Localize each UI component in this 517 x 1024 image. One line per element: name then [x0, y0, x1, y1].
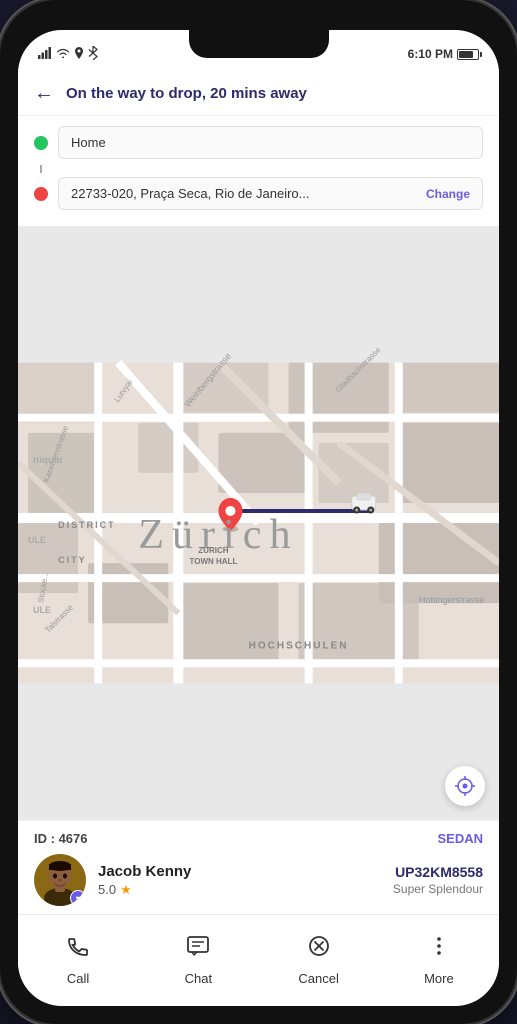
- cancel-label: Cancel: [298, 971, 338, 986]
- svg-text:DISTRICT: DISTRICT: [58, 520, 116, 530]
- bluetooth-icon: [88, 46, 98, 63]
- svg-text:niquai: niquai: [33, 455, 63, 466]
- driver-section: ID : 4676 SEDAN: [18, 820, 499, 914]
- notch: [189, 30, 329, 58]
- driver-id: ID : 4676: [34, 831, 88, 846]
- svg-text:ULE: ULE: [28, 535, 46, 545]
- battery-icon: [457, 49, 479, 60]
- back-button[interactable]: ←: [34, 82, 54, 105]
- origin-dot: [34, 136, 48, 150]
- more-label: More: [424, 971, 454, 986]
- destination-input[interactable]: 22733-020, Praça Seca, Rio de Janeiro...…: [58, 177, 483, 210]
- more-icon: [418, 925, 460, 967]
- star-icon: ★: [120, 882, 132, 898]
- phone-frame: 6:10 PM ← On the way to drop, 20 mins aw…: [0, 0, 517, 1024]
- svg-text:ZURICH: ZURICH: [198, 546, 228, 555]
- origin-row: Home: [34, 126, 483, 159]
- svg-text:CITY: CITY: [58, 555, 87, 565]
- phone-screen: 6:10 PM ← On the way to drop, 20 mins aw…: [18, 30, 499, 1006]
- origin-input[interactable]: Home: [58, 126, 483, 159]
- destination-text: 22733-020, Praça Seca, Rio de Janeiro...: [71, 186, 309, 201]
- time-display: 6:10 PM: [408, 47, 453, 61]
- driver-row: ♥ Jacob Kenny 5.0 ★ UP32KM8558 Super Spl…: [34, 854, 483, 906]
- header: ← On the way to drop, 20 mins away: [18, 70, 499, 116]
- chat-icon: [177, 925, 219, 967]
- vehicle-type: SEDAN: [437, 831, 483, 846]
- call-label: Call: [67, 971, 89, 986]
- vehicle-model: Super Splendour: [393, 882, 483, 896]
- header-title: On the way to drop, 20 mins away: [66, 85, 483, 102]
- map-svg: Weinbergstrasse Gladbachstrasse Kasemens…: [18, 226, 499, 820]
- origin-text: Home: [71, 135, 106, 150]
- location-status-icon: [74, 47, 84, 62]
- heart-badge: ♥: [70, 890, 86, 906]
- call-button[interactable]: Call: [43, 925, 113, 986]
- signal-icon: [38, 47, 52, 62]
- driver-name: Jacob Kenny: [98, 863, 381, 880]
- destination-row: 22733-020, Praça Seca, Rio de Janeiro...…: [34, 177, 483, 210]
- destination-dot: [34, 187, 48, 201]
- driver-avatar: ♥: [34, 854, 86, 906]
- wifi-icon: [56, 48, 70, 61]
- svg-text:HOCHSCHULEN: HOCHSCHULEN: [249, 640, 349, 651]
- map-container[interactable]: Weinbergstrasse Gladbachstrasse Kasemens…: [18, 226, 499, 820]
- location-button[interactable]: [445, 766, 485, 806]
- bottom-actions: Call Chat: [18, 914, 499, 1006]
- cancel-icon: [298, 925, 340, 967]
- driver-rating: 5.0 ★: [98, 882, 381, 898]
- status-right: 6:10 PM: [408, 47, 479, 61]
- driver-id-row: ID : 4676 SEDAN: [34, 831, 483, 846]
- vehicle-info: UP32KM8558 Super Splendour: [393, 864, 483, 896]
- call-icon: [57, 925, 99, 967]
- cancel-button[interactable]: Cancel: [284, 925, 354, 986]
- svg-text:ULE: ULE: [33, 605, 51, 615]
- route-section: Home 22733-020, Praça Seca, Rio de Janei…: [18, 116, 499, 226]
- rating-value: 5.0: [98, 882, 116, 897]
- svg-text:TOWN HALL: TOWN HALL: [189, 557, 237, 566]
- svg-text:Hottingerstrasse: Hottingerstrasse: [419, 595, 485, 605]
- driver-details: Jacob Kenny 5.0 ★: [98, 863, 381, 898]
- chat-button[interactable]: Chat: [163, 925, 233, 986]
- plate-number: UP32KM8558: [393, 864, 483, 880]
- more-button[interactable]: More: [404, 925, 474, 986]
- chat-label: Chat: [185, 971, 212, 986]
- status-left-icons: [38, 46, 98, 63]
- change-button[interactable]: Change: [426, 187, 470, 201]
